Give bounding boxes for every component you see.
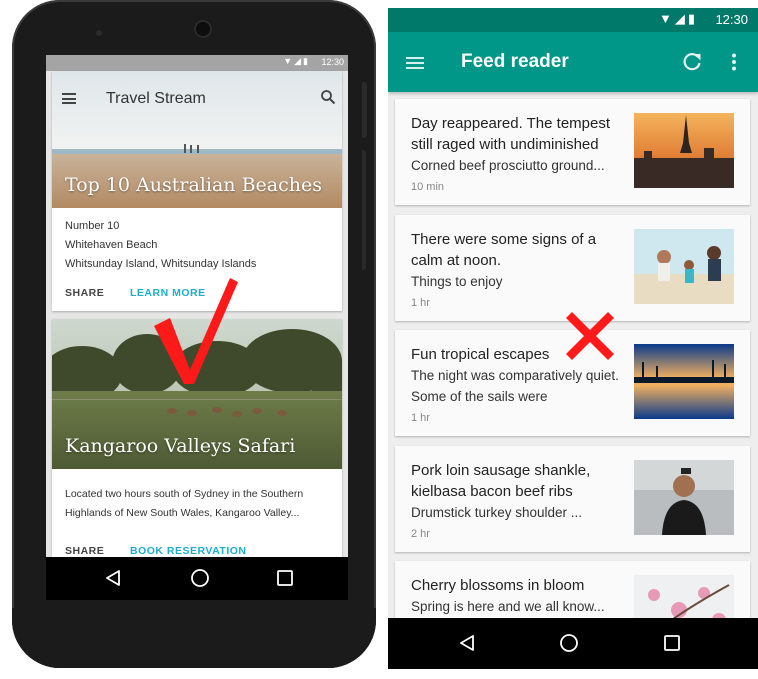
card-body: Located two hours south of Sydney in the…	[65, 485, 303, 523]
man-portrait-thumbnail	[634, 460, 734, 535]
back-icon[interactable]	[458, 634, 476, 652]
feed-snippet: Spring is here and we all know...	[411, 599, 605, 614]
book-reservation-button[interactable]: BOOK RESERVATION	[130, 545, 247, 557]
feed-title: Pork loin sausage shankle, kielbasa baco…	[411, 462, 591, 500]
feed-time: 2 hr	[411, 528, 430, 540]
status-time: 12:30	[321, 57, 344, 67]
card-line: Number 10	[65, 220, 120, 232]
feed-title: Cherry blossoms in bloom	[411, 577, 585, 594]
refresh-icon[interactable]	[681, 51, 703, 73]
feed-snippet: Things to enjoy	[411, 274, 503, 289]
feed-item[interactable]: Pork loin sausage shankle, kielbasa baco…	[395, 446, 750, 552]
palm-reflection-thumbnail	[634, 344, 734, 419]
toolbar: Travel Stream	[46, 71, 348, 127]
feed-time: 1 hr	[411, 412, 430, 424]
phone-sensor	[96, 30, 102, 36]
search-icon[interactable]	[320, 89, 336, 105]
navigation-bar	[388, 618, 758, 669]
status-bar: ▼◢▮ 12:30	[46, 55, 348, 71]
city-sunset-thumbnail	[634, 113, 734, 188]
card-image-title: Kangaroo Valleys Safari	[65, 435, 296, 457]
feed-snippet: Corned beef prosciutto ground...	[411, 158, 605, 173]
wifi-signal-battery-icon: ▼◢▮	[283, 56, 310, 66]
toolbar-title: Travel Stream	[106, 90, 206, 107]
wifi-signal-battery-icon: ▼◢▮	[658, 11, 698, 26]
feed-title: There were some signs of a calm at noon.	[411, 231, 597, 269]
recents-icon[interactable]	[663, 634, 681, 652]
card-line: Whitehaven Beach	[65, 239, 158, 251]
feed-time: 1 hr	[411, 297, 430, 309]
family-beach-thumbnail	[634, 229, 734, 304]
toolbar-title: Feed reader	[461, 51, 569, 72]
phone-chin	[12, 608, 376, 668]
feed-snippet: The night was comparatively quiet. Some …	[411, 365, 631, 407]
home-icon[interactable]	[559, 633, 579, 653]
recents-icon[interactable]	[276, 569, 294, 587]
share-button[interactable]: SHARE	[65, 545, 104, 557]
home-icon[interactable]	[190, 568, 210, 588]
card-body: Number 10 Whitehaven Beach Whitsunday Is…	[65, 217, 256, 274]
card-line: Located two hours south of Sydney in the…	[65, 488, 304, 500]
more-vert-icon[interactable]	[731, 53, 737, 71]
back-icon[interactable]	[104, 569, 122, 587]
feed-time: 10 min	[411, 181, 445, 193]
status-time: 12:30	[715, 12, 748, 27]
feed-snippet-text: The night was comparatively quiet. Some …	[411, 368, 619, 404]
card-image-title: Top 10 Australian Beaches	[65, 174, 322, 196]
check-mark-icon	[154, 278, 238, 384]
share-button[interactable]: SHARE	[65, 287, 104, 299]
front-camera	[196, 22, 210, 36]
feed-item[interactable]: Day reappeared. The tempest still raged …	[395, 99, 750, 205]
toolbar: Feed reader	[388, 32, 758, 92]
feed-title: Day reappeared. The tempest still raged …	[411, 115, 611, 153]
cross-mark-icon	[566, 312, 614, 360]
status-bar: ▼◢▮ 12:30	[388, 8, 758, 32]
card-line: Whitsunday Island, Whitsunday Islands	[65, 258, 257, 270]
feed-item[interactable]: There were some signs of a calm at noon.…	[395, 215, 750, 321]
feed-snippet: Drumstick turkey shoulder ...	[411, 505, 583, 520]
menu-icon[interactable]	[406, 57, 424, 69]
power-button	[362, 82, 367, 138]
volume-button	[362, 150, 366, 270]
navigation-bar	[46, 557, 348, 600]
menu-icon[interactable]	[62, 93, 76, 104]
card-line: Highlands of New South Wales, Kangaroo V…	[65, 507, 300, 519]
